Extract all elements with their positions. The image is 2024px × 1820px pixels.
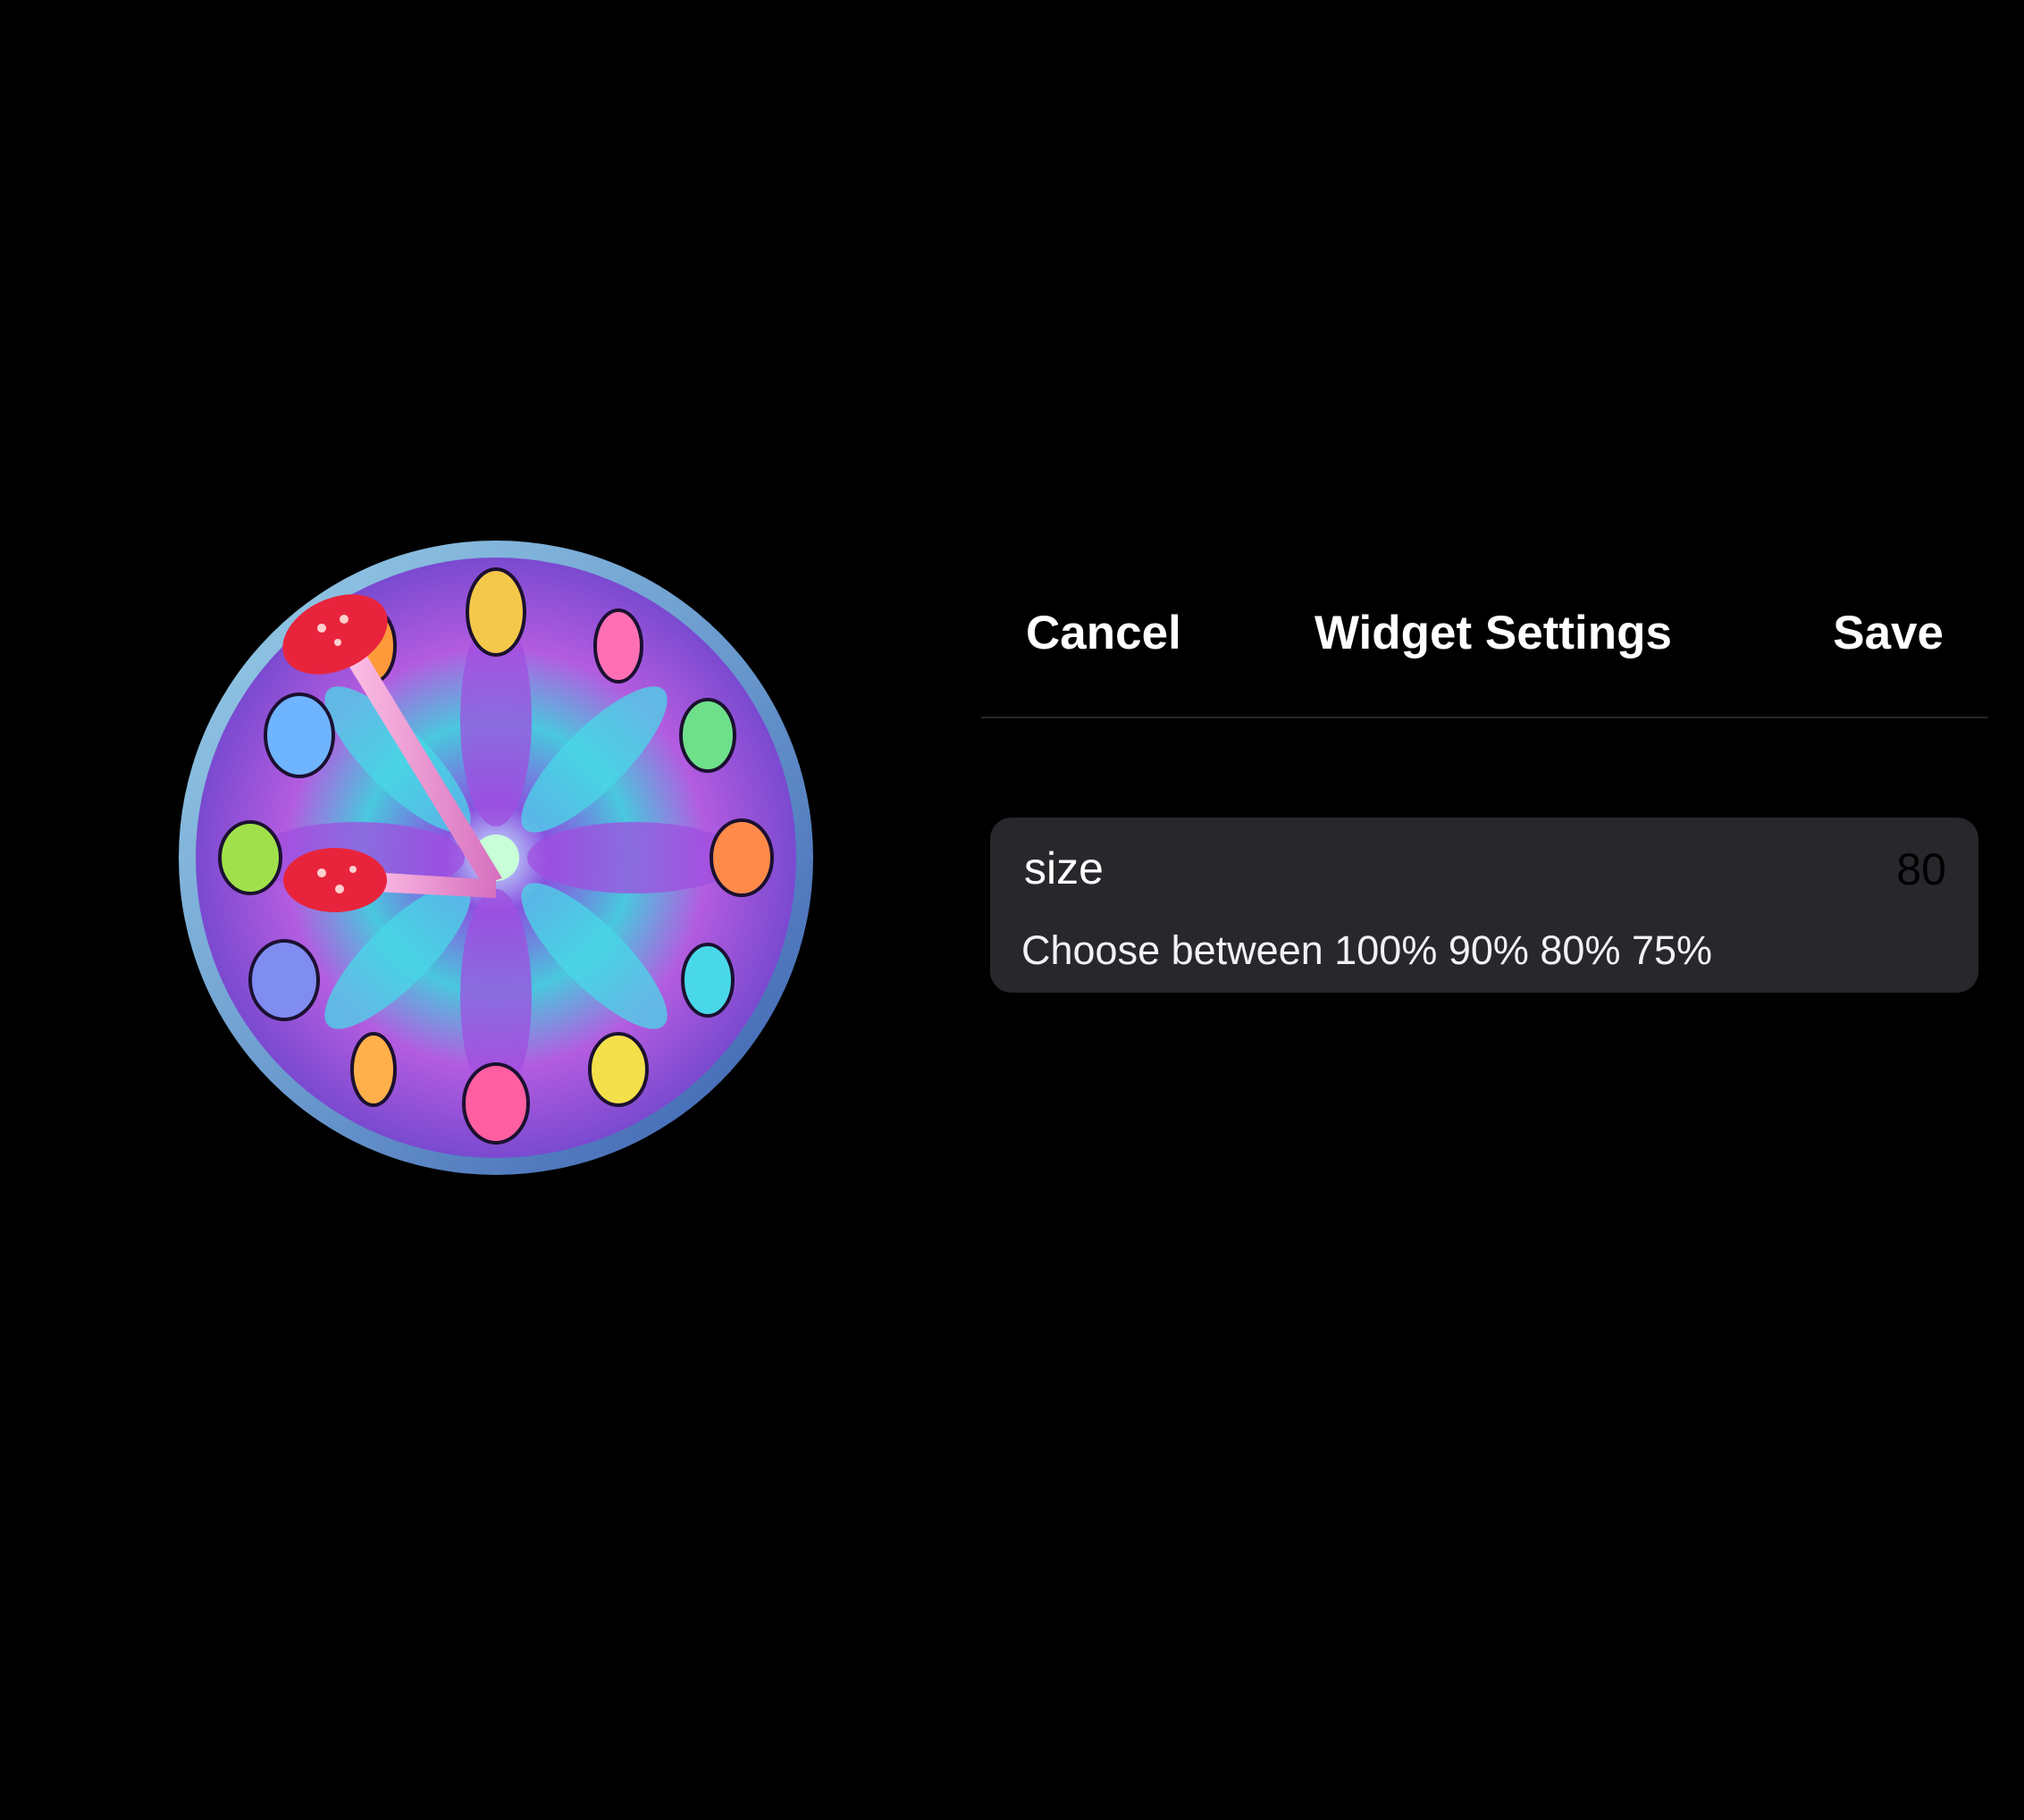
size-input[interactable] [1678, 844, 1946, 894]
save-button[interactable]: Save [1833, 609, 1944, 657]
size-hint-text: Choose between 100% 90% 80% 75% [1021, 927, 1713, 973]
clock-widget-preview [179, 541, 813, 1175]
size-label: size [1024, 843, 1104, 893]
page-title: Widget Settings [1314, 607, 1672, 659]
clock-face-image [179, 541, 813, 1175]
size-setting-row: size Choose between 100% 90% 80% 75% [990, 818, 1978, 993]
cancel-button[interactable]: Cancel [1026, 609, 1181, 657]
widget-settings-panel: Cancel Widget Settings Save size Choose … [981, 563, 1988, 1010]
navigation-bar: Cancel Widget Settings Save [981, 563, 1988, 718]
